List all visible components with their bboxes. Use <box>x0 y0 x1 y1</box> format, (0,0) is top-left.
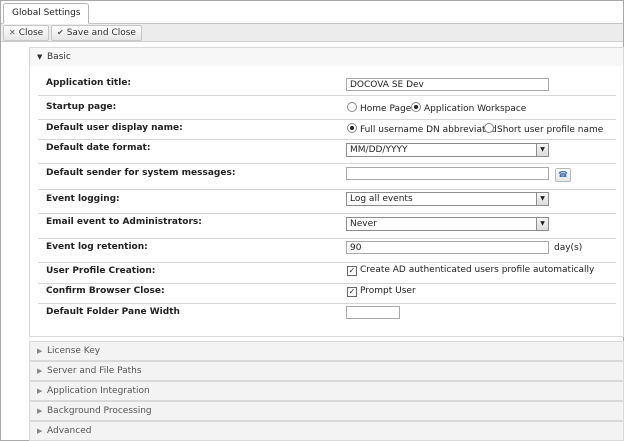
browser-close-label: Confirm Browser Close: <box>46 286 165 296</box>
email-admins-value: Never <box>350 219 377 229</box>
close-button-label: Close <box>18 28 44 38</box>
tab-global-settings[interactable]: Global Settings <box>3 3 90 24</box>
chevron-down-icon: ▼ <box>536 218 548 230</box>
triangle-right-icon: ▶ <box>37 387 43 395</box>
profile-creation-label: User Profile Creation: <box>46 266 156 276</box>
startup-workspace-radio[interactable]: Application Workspace <box>411 102 526 115</box>
radio-circle-selected <box>347 123 357 133</box>
row-folder-width: Default Folder Pane Width <box>38 304 616 324</box>
folder-width-label: Default Folder Pane Width <box>46 307 180 317</box>
event-logging-label: Event logging: <box>46 194 120 204</box>
section-server-paths-header[interactable]: ▶ Server and File Paths <box>29 361 624 381</box>
section-basic-label: Basic <box>47 52 71 62</box>
user-display-full-radio[interactable]: Full username DN abbreviated <box>347 123 497 136</box>
section-app-integration-header[interactable]: ▶ Application Integration <box>29 381 624 401</box>
event-logging-select[interactable]: Log all events ▼ <box>346 192 549 206</box>
startup-home-radio[interactable]: Home Page <box>347 102 411 115</box>
startup-home-label: Home Page <box>360 104 412 114</box>
date-format-select[interactable]: MM/DD/YYYY ▼ <box>346 143 549 157</box>
toolbar: ✕ Close ✔ Save and Close <box>1 24 623 42</box>
user-display-short-radio[interactable]: Short user profile name <box>484 123 603 136</box>
close-icon: ✕ <box>9 28 16 37</box>
browser-close-option: Prompt User <box>360 286 416 296</box>
address-book-icon[interactable]: ☎ <box>555 168 571 182</box>
triangle-down-icon: ▼ <box>37 53 43 61</box>
section-background-header[interactable]: ▶ Background Processing <box>29 401 624 421</box>
section-license-key-header[interactable]: ▶ License Key <box>29 341 624 361</box>
folder-width-input[interactable] <box>346 306 400 319</box>
chevron-down-icon: ▼ <box>536 144 548 156</box>
user-display-label: Default user display name: <box>46 123 183 133</box>
close-button[interactable]: ✕ Close <box>3 25 50 41</box>
event-logging-value: Log all events <box>350 194 413 204</box>
row-startup-page: Startup page: <box>38 96 616 120</box>
radio-circle <box>484 123 494 133</box>
date-format-value: MM/DD/YYYY <box>350 145 408 155</box>
checkbox-checked-icon: ✓ <box>347 287 357 297</box>
chevron-down-icon: ▼ <box>536 193 548 205</box>
section-background-label: Background Processing <box>47 406 152 416</box>
log-retention-label: Event log retention: <box>46 242 148 252</box>
log-retention-unit: day(s) <box>554 243 583 253</box>
section-server-paths-label: Server and File Paths <box>47 366 142 376</box>
section-advanced-header[interactable]: ▶ Advanced <box>29 421 624 441</box>
log-retention-input[interactable]: 90 <box>346 241 549 254</box>
section-license-key-label: License Key <box>47 346 101 356</box>
user-display-full-label: Full username DN abbreviated <box>360 125 497 135</box>
startup-workspace-label: Application Workspace <box>424 104 527 114</box>
sender-label: Default sender for system messages: <box>46 168 236 178</box>
triangle-right-icon: ▶ <box>37 347 43 355</box>
save-and-close-label: Save and Close <box>66 28 136 38</box>
user-display-short-label: Short user profile name <box>497 125 604 135</box>
email-admins-label: Email event to Administrators: <box>46 217 202 227</box>
profile-creation-checkbox[interactable]: ✓ Create AD authenticated users profile a… <box>347 265 594 276</box>
section-basic-header[interactable]: ▼ Basic <box>29 47 624 67</box>
date-format-label: Default date format: <box>46 143 151 153</box>
section-advanced-label: Advanced <box>47 426 92 436</box>
app-title-label: Application title: <box>46 78 132 88</box>
browser-close-checkbox[interactable]: ✓ Prompt User <box>347 286 416 297</box>
email-admins-select[interactable]: Never ▼ <box>346 217 549 231</box>
triangle-right-icon: ▶ <box>37 367 43 375</box>
radio-circle <box>347 102 357 112</box>
save-and-close-button[interactable]: ✔ Save and Close <box>51 25 142 41</box>
row-browser-close: Confirm Browser Close: <box>38 284 616 304</box>
section-app-integration-label: Application Integration <box>47 386 150 396</box>
startup-page-label: Startup page: <box>46 102 117 112</box>
app-title-input[interactable]: DOCOVA SE Dev <box>346 78 549 91</box>
radio-circle-selected <box>411 102 421 112</box>
tab-label: Global Settings <box>12 8 81 18</box>
triangle-right-icon: ▶ <box>37 427 43 435</box>
tab-strip: Global Settings <box>1 1 623 24</box>
sender-input[interactable] <box>346 167 549 180</box>
profile-creation-option: Create AD authenticated users profile au… <box>360 265 595 275</box>
checkmark-icon: ✔ <box>57 28 64 37</box>
triangle-right-icon: ▶ <box>37 407 43 415</box>
checkbox-checked-icon: ✓ <box>347 266 357 276</box>
